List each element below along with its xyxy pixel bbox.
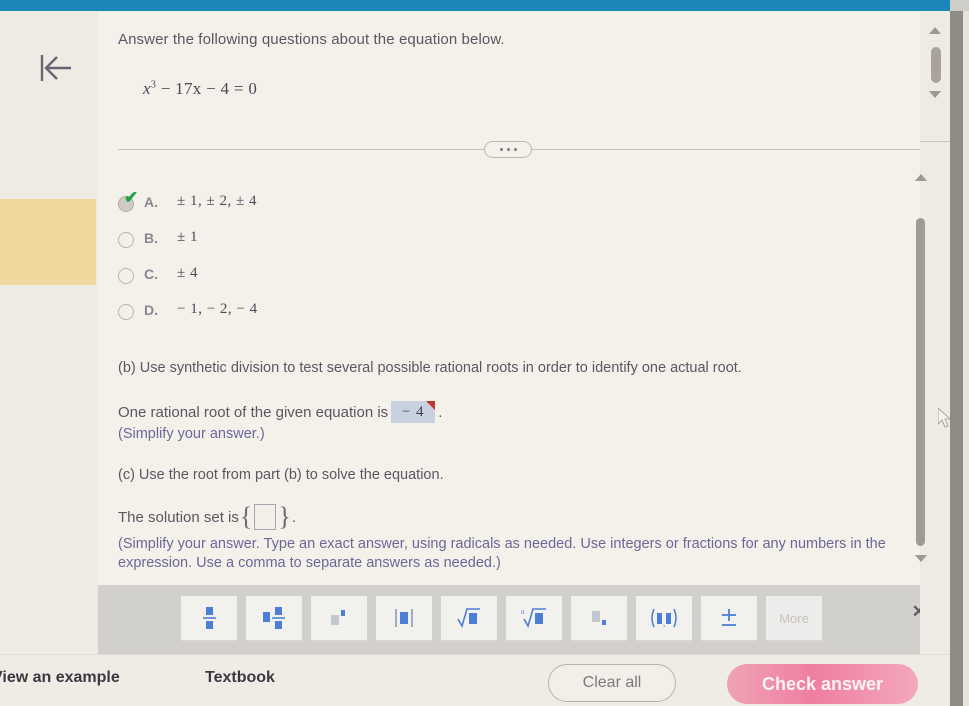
outer-scroll-up-arrow-icon[interactable] (929, 27, 941, 34)
part-b-prefix: One rational root of the given equation … (118, 403, 389, 421)
subscript-key[interactable] (571, 596, 627, 642)
part-b-hint: (Simplify your answer.) (118, 426, 265, 442)
window-right-edge (950, 11, 963, 706)
clear-all-button[interactable]: Clear all (548, 664, 676, 702)
question-prompt: Answer the following questions about the… (118, 31, 505, 48)
option-a[interactable]: ✔ A. ± 1, ± 2, ± 4 (118, 188, 618, 227)
inner-scroll-down-arrow-icon[interactable] (915, 555, 927, 562)
inner-scroll-thumb[interactable] (916, 218, 925, 546)
part-b-answer-value: − 4 (401, 404, 425, 420)
nth-root-key[interactable]: n (506, 596, 562, 642)
option-a-text: ± 1, ± 2, ± 4 (177, 193, 257, 209)
part-b-answer-line: One rational root of the given equation … (118, 401, 442, 423)
svg-text:,: , (663, 618, 665, 628)
mouse-cursor-icon (937, 407, 952, 428)
option-c[interactable]: C. ± 4 (118, 263, 618, 299)
equation-variable: x (143, 79, 151, 98)
math-keypad-keys: n , More (181, 596, 822, 642)
svg-text:n: n (521, 608, 525, 616)
brace-open: { (239, 501, 253, 531)
inner-scrollbar[interactable] (910, 170, 932, 570)
radio-c[interactable] (118, 268, 134, 284)
radio-b[interactable] (118, 232, 134, 248)
part-c-answer-input[interactable] (254, 504, 277, 530)
radio-d[interactable] (118, 304, 134, 320)
dot-3 (513, 148, 517, 151)
outer-scroll-thumb[interactable] (931, 47, 941, 83)
part-c-suffix: . (291, 508, 297, 526)
correct-check-icon: ✔ (124, 188, 139, 207)
part-c-prefix: The solution set is (118, 508, 239, 526)
top-blue-bar (0, 0, 969, 11)
dot-1 (499, 148, 503, 151)
option-d-letter: D. (144, 302, 158, 318)
top-bar-right-gap (950, 0, 969, 11)
dot-2 (506, 148, 510, 151)
inner-scroll-up-arrow-icon[interactable] (915, 174, 927, 181)
square-root-key[interactable] (441, 596, 497, 642)
option-d[interactable]: D. − 1, − 2, − 4 (118, 299, 618, 335)
option-c-text: ± 4 (177, 265, 198, 281)
plus-minus-key[interactable] (701, 596, 757, 642)
exponent-key[interactable] (311, 596, 367, 642)
back-to-start-icon[interactable] (35, 51, 77, 85)
more-options-dots-icon[interactable] (484, 141, 532, 158)
brace-close: } (278, 501, 291, 531)
part-c-instruction: (c) Use the root from part (b) to solve … (118, 467, 444, 483)
outer-scroll-divider (920, 141, 950, 142)
option-b[interactable]: B. ± 1 (118, 227, 618, 263)
check-answer-button[interactable]: Check answer (727, 664, 918, 704)
fraction-key[interactable] (181, 596, 237, 642)
question-panel: Answer the following questions about the… (98, 11, 950, 654)
mixed-number-key[interactable] (246, 596, 302, 642)
option-b-text: ± 1 (177, 229, 198, 245)
parentheses-key[interactable]: , (636, 596, 692, 642)
answer-options-group: ✔ A. ± 1, ± 2, ± 4 B. ± 1 C. ± 4 D. − 1,… (118, 188, 618, 335)
window-right-margin (963, 11, 969, 706)
option-a-letter: A. (144, 194, 158, 210)
part-b-suffix: . (438, 403, 443, 421)
absolute-value-key[interactable] (376, 596, 432, 642)
app-root: Answer the following questions about the… (0, 0, 969, 706)
part-c-hint: (Simplify your answer. Type an exact ans… (118, 536, 886, 571)
sidebar-highlight-block (0, 199, 96, 285)
section-divider (118, 141, 930, 159)
option-c-letter: C. (144, 266, 158, 282)
equation-display: x3 − 17x − 4 = 0 (143, 79, 257, 99)
part-b-answer-input[interactable]: − 4 (391, 401, 436, 423)
option-d-text: − 1, − 2, − 4 (177, 301, 258, 317)
outer-scroll-down-arrow-icon[interactable] (929, 91, 941, 98)
textbook-link[interactable]: Textbook (205, 669, 275, 687)
left-rail (0, 11, 98, 654)
view-an-example-link[interactable]: View an example (0, 669, 120, 687)
question-scroll-area: Answer the following questions about the… (98, 11, 930, 581)
equation-remainder: − 17x − 4 = 0 (156, 79, 258, 98)
part-c-answer-line: The solution set is { } . (118, 501, 297, 531)
math-keypad: n , More ✕ (98, 585, 950, 654)
option-b-letter: B. (144, 230, 158, 246)
part-b-instruction: (b) Use synthetic division to test sever… (118, 360, 742, 376)
bottom-action-bar: View an example Textbook Clear all Check… (0, 654, 950, 706)
more-key[interactable]: More (766, 596, 822, 642)
incorrect-corner-marker-icon (426, 401, 436, 410)
